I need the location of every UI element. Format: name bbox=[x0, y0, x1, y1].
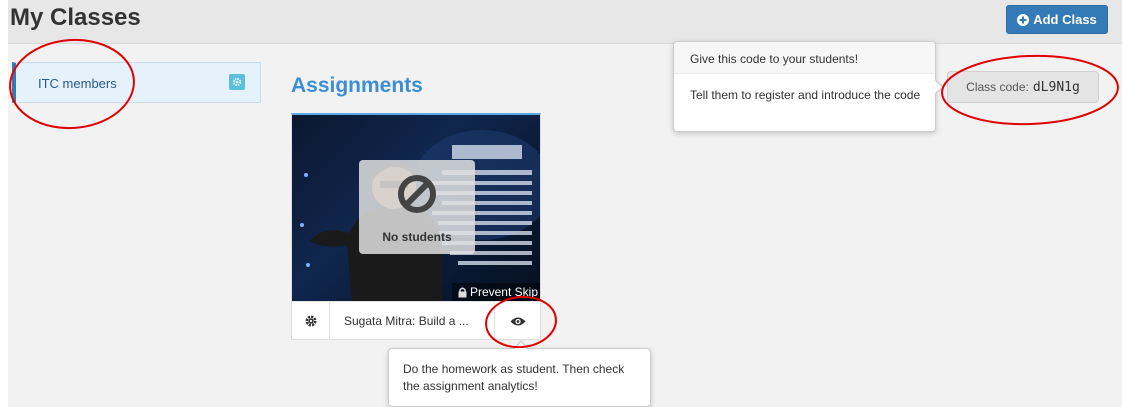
page-header: My Classes Add Class bbox=[8, 0, 1122, 44]
plus-circle-icon bbox=[1017, 13, 1030, 26]
class-settings-button[interactable] bbox=[229, 74, 245, 90]
popover-title: Give this code to your students! bbox=[674, 42, 935, 74]
assignments-title: Assignments bbox=[291, 74, 423, 97]
assignment-settings-button[interactable] bbox=[292, 302, 330, 340]
no-students-label: No students bbox=[382, 230, 452, 244]
gear-icon bbox=[232, 77, 242, 87]
popover-body: Do the homework as student. Then check t… bbox=[403, 362, 625, 393]
annotation-circle-class bbox=[9, 38, 135, 130]
no-students-overlay: No students bbox=[359, 160, 475, 254]
annotation-circle-eye bbox=[485, 295, 557, 349]
page-title: My Classes bbox=[10, 4, 141, 31]
class-code-popover: Give this code to your students! Tell th… bbox=[673, 41, 944, 132]
add-class-button[interactable]: Add Class bbox=[1006, 5, 1108, 34]
assignment-title[interactable]: Sugata Mitra: Build a ... bbox=[344, 314, 492, 328]
add-class-label: Add Class bbox=[1033, 12, 1097, 27]
popover-body: Tell them to register and introduce the … bbox=[690, 88, 921, 102]
ban-icon bbox=[398, 175, 436, 213]
assignment-thumbnail[interactable]: No students Prevent Skip bbox=[292, 115, 540, 301]
annotation-circle-class-code bbox=[941, 54, 1119, 126]
lock-icon bbox=[458, 287, 467, 297]
homework-popover: Do the homework as student. Then check t… bbox=[388, 340, 651, 407]
gear-icon bbox=[305, 315, 316, 327]
